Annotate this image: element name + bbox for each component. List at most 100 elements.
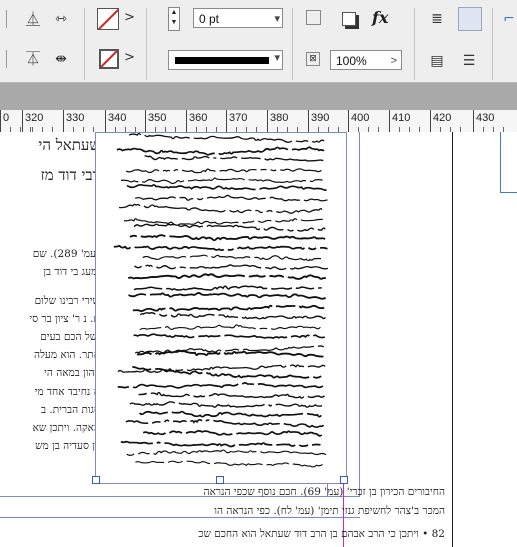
handwriting-stroke	[133, 285, 322, 291]
handwriting-stroke	[118, 203, 323, 214]
ruler-label: 350	[148, 112, 167, 124]
handwriting-stroke	[133, 223, 326, 232]
opacity-icon: ⊠	[306, 52, 320, 66]
handwriting-stroke	[129, 401, 323, 408]
fill-swatch-icon[interactable]	[97, 8, 119, 30]
handwriting-stroke	[116, 146, 325, 156]
ruler-tick	[473, 110, 474, 132]
stroke-type-preview	[175, 57, 269, 64]
handwriting-stroke	[144, 155, 324, 162]
handwriting-stroke	[128, 292, 327, 300]
ruler-tick	[0, 110, 1, 132]
handwriting-stroke	[129, 234, 326, 242]
body-text-line: סגות הברית. ב	[40, 404, 100, 416]
selected-frame-corner[interactable]	[500, 132, 517, 193]
document-tab-strip	[0, 83, 517, 110]
stroke-weight-stepper[interactable]: ▲ ▼	[168, 7, 180, 31]
distribute-horizontal-icon[interactable]: ⇿	[52, 10, 70, 28]
manuscript-image[interactable]	[95, 132, 347, 484]
align-top-icon[interactable]: ⏅	[24, 10, 42, 28]
resize-handle[interactable]	[92, 476, 100, 484]
handwriting-stroke	[138, 391, 326, 399]
handwriting-stroke	[123, 218, 323, 226]
panel-grip	[0, 10, 7, 28]
ruler-tick	[186, 110, 187, 132]
manuscript-handwriting	[113, 133, 329, 468]
handwriting-stroke	[142, 254, 322, 262]
text-wrap-none-icon[interactable]: ≣	[428, 10, 446, 28]
ruler-tick	[145, 110, 146, 132]
panel-grip	[0, 50, 7, 68]
ruler-tick	[267, 110, 268, 132]
drop-shadow-icon[interactable]	[340, 10, 358, 28]
ruler-label: 390	[311, 112, 330, 124]
frame-edge-icon[interactable]: ⌐	[500, 10, 517, 28]
opacity-input[interactable]: 100% >	[330, 50, 402, 70]
align-bottom-icon[interactable]: ⏄	[24, 50, 42, 68]
handwriting-stroke	[126, 183, 327, 191]
ruler-label: 380	[270, 112, 289, 124]
resize-handle[interactable]	[216, 476, 224, 484]
ruler-tick	[348, 110, 349, 132]
handwriting-stroke	[134, 345, 325, 354]
handwriting-stroke	[142, 430, 323, 437]
stroke-menu-arrow[interactable]: >	[124, 50, 135, 65]
resize-handle[interactable]	[340, 476, 348, 484]
ruler-tick	[22, 110, 23, 132]
text-wrap-bounding-icon[interactable]	[458, 7, 482, 31]
ruler-tick	[105, 110, 106, 132]
handwriting-stroke	[127, 273, 327, 280]
body-text-line: ויהון במאה הי	[44, 367, 100, 379]
body-text-line: ומעג בי דוד בן	[43, 266, 100, 278]
stroke-weight-value: 0 pt	[199, 12, 220, 26]
handwriting-stroke	[117, 382, 324, 389]
handwriting-stroke	[132, 366, 322, 379]
handwriting-stroke	[139, 312, 327, 320]
ruler-label: 420	[433, 112, 452, 124]
text-wrap-jump-icon[interactable]: ☰	[460, 52, 478, 70]
opacity-menu-arrow[interactable]: >	[391, 51, 397, 71]
handwriting-stroke	[133, 333, 326, 340]
body-text-line: (עמ' 289). שם	[32, 248, 100, 260]
footnote-line: החיבורים הכירון בן זכרי' (עמ' 69). חכם נ…	[203, 486, 445, 498]
frame-fit-icon[interactable]	[306, 10, 321, 25]
handwriting-stroke	[120, 440, 321, 448]
ruler-tick	[226, 110, 227, 132]
stroke-weight-input[interactable]: 0 pt ▾	[193, 8, 283, 28]
control-row-2: ⏄ ⇼ > ▾ ⊠ 100% > ▤ ☰	[0, 42, 517, 80]
ruler-label: 360	[189, 112, 208, 124]
control-row-1: ⏅ ⇿ > ▲ ▼ 0 pt ▾ fx ≣ ⌐	[0, 2, 517, 80]
heading-line: שעתאל הי	[38, 136, 100, 154]
footnote-line: 82 • ויתכן כי הרב אבהם בן הרב דוד שעתאל …	[198, 528, 445, 540]
text-wrap-object-icon[interactable]: ▤	[428, 52, 446, 70]
column-gutter	[452, 132, 453, 547]
ruler-label: 0	[3, 112, 10, 124]
chevron-down-icon[interactable]: ▾	[274, 51, 280, 64]
ruler-label: 330	[66, 112, 85, 124]
ruler-label: 320	[25, 112, 44, 124]
stroke-swatch-icon[interactable]	[99, 49, 119, 69]
body-text-line: ישל הכם בעים	[40, 331, 100, 343]
stroke-type-select[interactable]: ▾	[168, 50, 283, 70]
handwriting-stroke	[113, 244, 328, 252]
opacity-value: 100%	[336, 54, 367, 68]
ruler-label: 430	[476, 112, 495, 124]
fill-menu-arrow[interactable]: >	[124, 10, 135, 25]
handwriting-stroke	[117, 364, 326, 373]
handwriting-stroke	[126, 449, 327, 456]
ruler-tick	[389, 110, 390, 132]
ruler-tick	[430, 110, 431, 132]
distribute-center-icon[interactable]: ⇼	[52, 50, 70, 68]
body-text-line: א נחיבד אחד מי	[34, 386, 100, 398]
body-text-line: ם. נ ר' ציון בר סי	[29, 313, 100, 325]
chevron-down-icon[interactable]: ▾	[274, 9, 280, 29]
effects-icon[interactable]: fx	[372, 8, 388, 27]
handwriting-stroke	[125, 168, 322, 174]
horizontal-ruler[interactable]: 0 320 330 340 350 360 370 380 390 400 410 420 430	[0, 110, 517, 133]
body-text-line: שירי רבינו שלום	[34, 295, 100, 307]
handwriting-stroke	[125, 418, 325, 428]
handwriting-stroke	[134, 264, 329, 271]
text-frame-edge	[0, 517, 360, 518]
document-canvas[interactable]: שעתאל הי רבי דוד מז (עמ' 289). שם ומעג בי…	[0, 132, 517, 547]
footnote-line: המכר ב'צהר לחשיפת גנזי תימן' (עמ' לח). כ…	[214, 505, 445, 517]
